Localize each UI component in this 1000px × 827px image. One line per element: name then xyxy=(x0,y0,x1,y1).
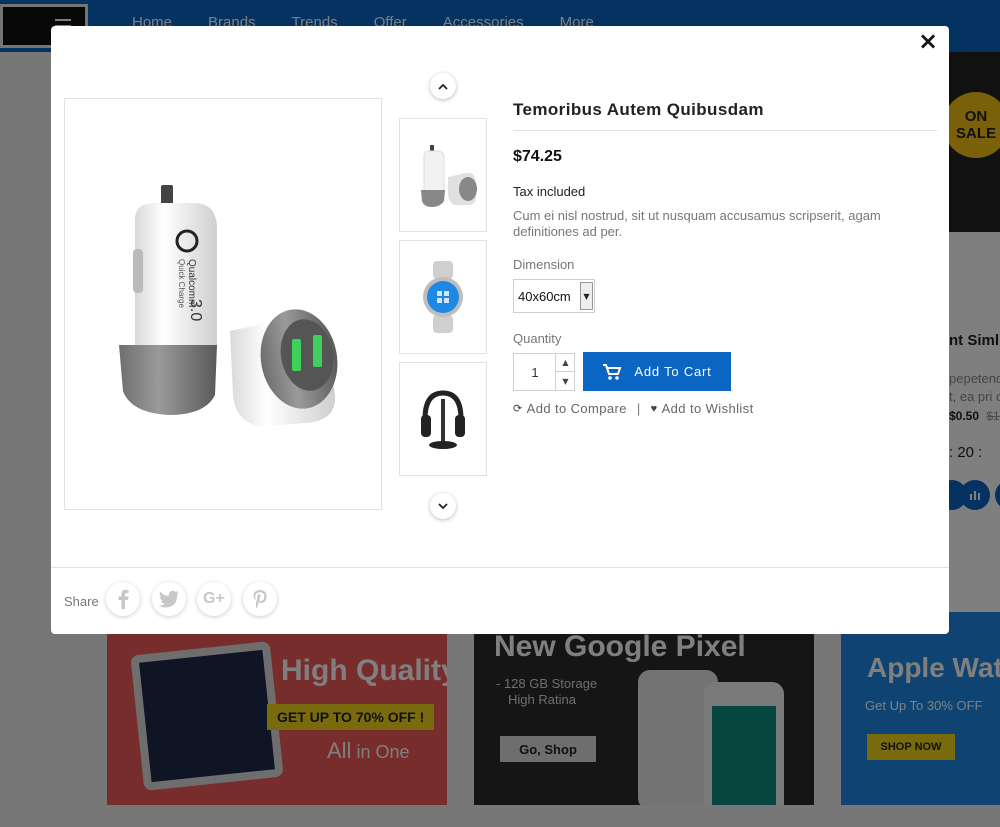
google-plus-icon: G+ xyxy=(203,590,225,607)
quick-view-modal: × Qualcomm Quick Charge 3.0 Temoribus Au… xyxy=(51,26,949,634)
dimension-select[interactable]: 40x60cm ▼ xyxy=(513,279,595,313)
twitter-share-button[interactable] xyxy=(152,582,186,616)
google-plus-share-button[interactable]: G+ xyxy=(197,582,231,616)
heart-icon: ♥ xyxy=(650,402,658,415)
car-charger-image: Qualcomm Quick Charge 3.0 xyxy=(119,185,338,427)
pinterest-share-button[interactable] xyxy=(243,582,277,616)
thumbnails-down-button[interactable] xyxy=(430,493,456,519)
refresh-icon: ⟳ xyxy=(513,403,523,415)
charger-subtitle-text: Quick Charge xyxy=(177,259,186,308)
dimension-label: Dimension xyxy=(513,257,575,272)
charger-thumb-image xyxy=(421,145,477,207)
thumbnail-headphones[interactable] xyxy=(399,362,487,476)
pinterest-icon xyxy=(253,590,267,608)
share-label: Share xyxy=(64,594,99,609)
product-actions: ⟳ Add to Compare | ♥ Add to Wishlist xyxy=(513,401,754,416)
chevron-down-icon xyxy=(438,502,448,509)
divider xyxy=(513,130,937,131)
charger-version-text: 3.0 xyxy=(187,299,204,321)
add-to-wishlist-link[interactable]: Add to Wishlist xyxy=(662,401,754,416)
thumbnail-smartwatch[interactable] xyxy=(399,240,487,354)
quantity-stepper: 1 ▲ ▼ xyxy=(513,353,575,391)
quantity-increase-button[interactable]: ▲ xyxy=(555,354,575,372)
add-to-cart-label: Add To Cart xyxy=(634,364,712,379)
twitter-icon xyxy=(158,590,179,608)
quantity-decrease-button[interactable]: ▼ xyxy=(555,372,575,390)
add-to-cart-button[interactable]: Add To Cart xyxy=(583,352,731,391)
thumbnails-up-button[interactable] xyxy=(430,73,456,99)
main-product-image[interactable]: Qualcomm Quick Charge 3.0 xyxy=(64,98,382,510)
dropdown-arrow-icon: ▼ xyxy=(580,282,593,310)
product-description: Cum ei nisl nostrud, sit ut nusquam accu… xyxy=(513,208,881,239)
smartwatch-thumb-image xyxy=(423,261,463,333)
close-icon[interactable]: × xyxy=(917,29,939,53)
divider xyxy=(51,567,949,568)
thumbnail-charger[interactable] xyxy=(399,118,487,232)
product-title: Temoribus Autem Quibusdam xyxy=(513,100,764,119)
tax-label: Tax included xyxy=(513,184,586,199)
add-to-compare-link[interactable]: Add to Compare xyxy=(527,401,627,416)
cart-icon xyxy=(603,363,622,380)
chevron-up-icon xyxy=(438,83,448,90)
quantity-label: Quantity xyxy=(513,331,562,346)
headphones-thumb-image xyxy=(421,390,465,449)
dimension-selected-value: 40x60cm xyxy=(518,289,571,304)
facebook-share-button[interactable] xyxy=(106,582,140,616)
facebook-icon xyxy=(118,589,129,609)
quantity-input[interactable]: 1 xyxy=(514,365,556,380)
separator: | xyxy=(636,401,641,416)
product-price: $74.25 xyxy=(513,148,562,165)
